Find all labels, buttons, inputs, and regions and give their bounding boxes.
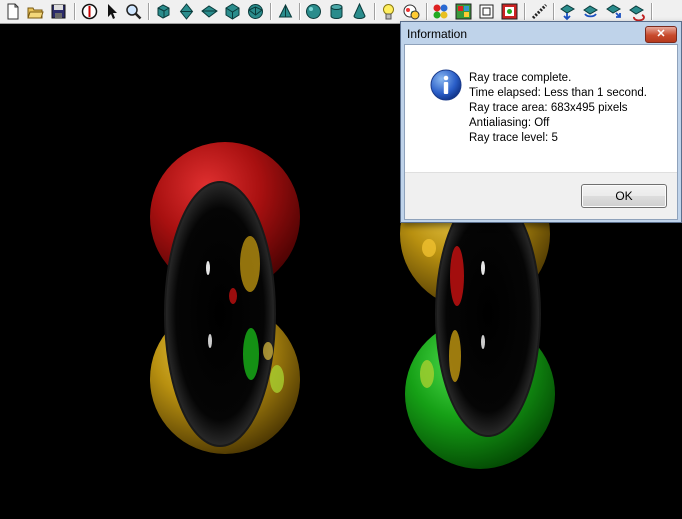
cylinder-icon[interactable] — [327, 2, 346, 21]
message-line: Time elapsed: Less than 1 second. — [469, 87, 647, 99]
ok-button[interactable]: OK — [581, 184, 667, 208]
dialog-footer: OK — [405, 172, 677, 219]
dialog-title: Information — [407, 27, 468, 41]
info-icon — [430, 69, 462, 101]
octahedron-icon[interactable] — [177, 2, 196, 21]
cube-icon[interactable] — [154, 2, 173, 21]
transform-icon[interactable] — [627, 2, 646, 21]
message-line: Antialiasing: Off — [469, 117, 550, 129]
ray-trace-icon[interactable] — [530, 2, 549, 21]
scale-icon[interactable] — [604, 2, 623, 21]
move-icon[interactable] — [558, 2, 577, 21]
diamond-icon[interactable] — [200, 2, 219, 21]
dialog-body: Ray trace complete. Time elapsed: Less t… — [404, 44, 678, 220]
zoom-icon[interactable] — [124, 2, 143, 21]
new-file-icon[interactable] — [3, 2, 22, 21]
dialog-message: Ray trace complete. Time elapsed: Less t… — [469, 71, 647, 146]
pointer-icon[interactable] — [102, 2, 121, 21]
information-dialog: Information ✕ Ray trace complete. Time e… — [400, 21, 682, 223]
message-line: Ray trace level: 5 — [469, 132, 558, 144]
frame-icon[interactable] — [477, 2, 496, 21]
image-icon[interactable] — [454, 2, 473, 21]
sphere-icon[interactable] — [304, 2, 323, 21]
light-bulb-icon[interactable] — [379, 2, 398, 21]
rotate-icon[interactable] — [581, 2, 600, 21]
save-icon[interactable] — [49, 2, 68, 21]
cone-icon[interactable] — [350, 2, 369, 21]
message-line: Ray trace complete. — [469, 72, 572, 84]
polyhedron-icon[interactable] — [223, 2, 242, 21]
geodesic-icon[interactable] — [246, 2, 265, 21]
spheres-icon[interactable] — [431, 2, 450, 21]
message-line: Ray trace area: 683x495 pixels — [469, 102, 628, 114]
open-folder-icon[interactable] — [26, 2, 45, 21]
render-icon[interactable] — [500, 2, 519, 21]
pyramid-icon[interactable] — [276, 2, 295, 21]
close-button[interactable]: ✕ — [645, 26, 677, 43]
reflective-ring-right — [435, 191, 541, 437]
reflective-ring-left — [164, 181, 276, 447]
stop-icon[interactable] — [80, 2, 99, 21]
texture-icon[interactable] — [402, 2, 421, 21]
